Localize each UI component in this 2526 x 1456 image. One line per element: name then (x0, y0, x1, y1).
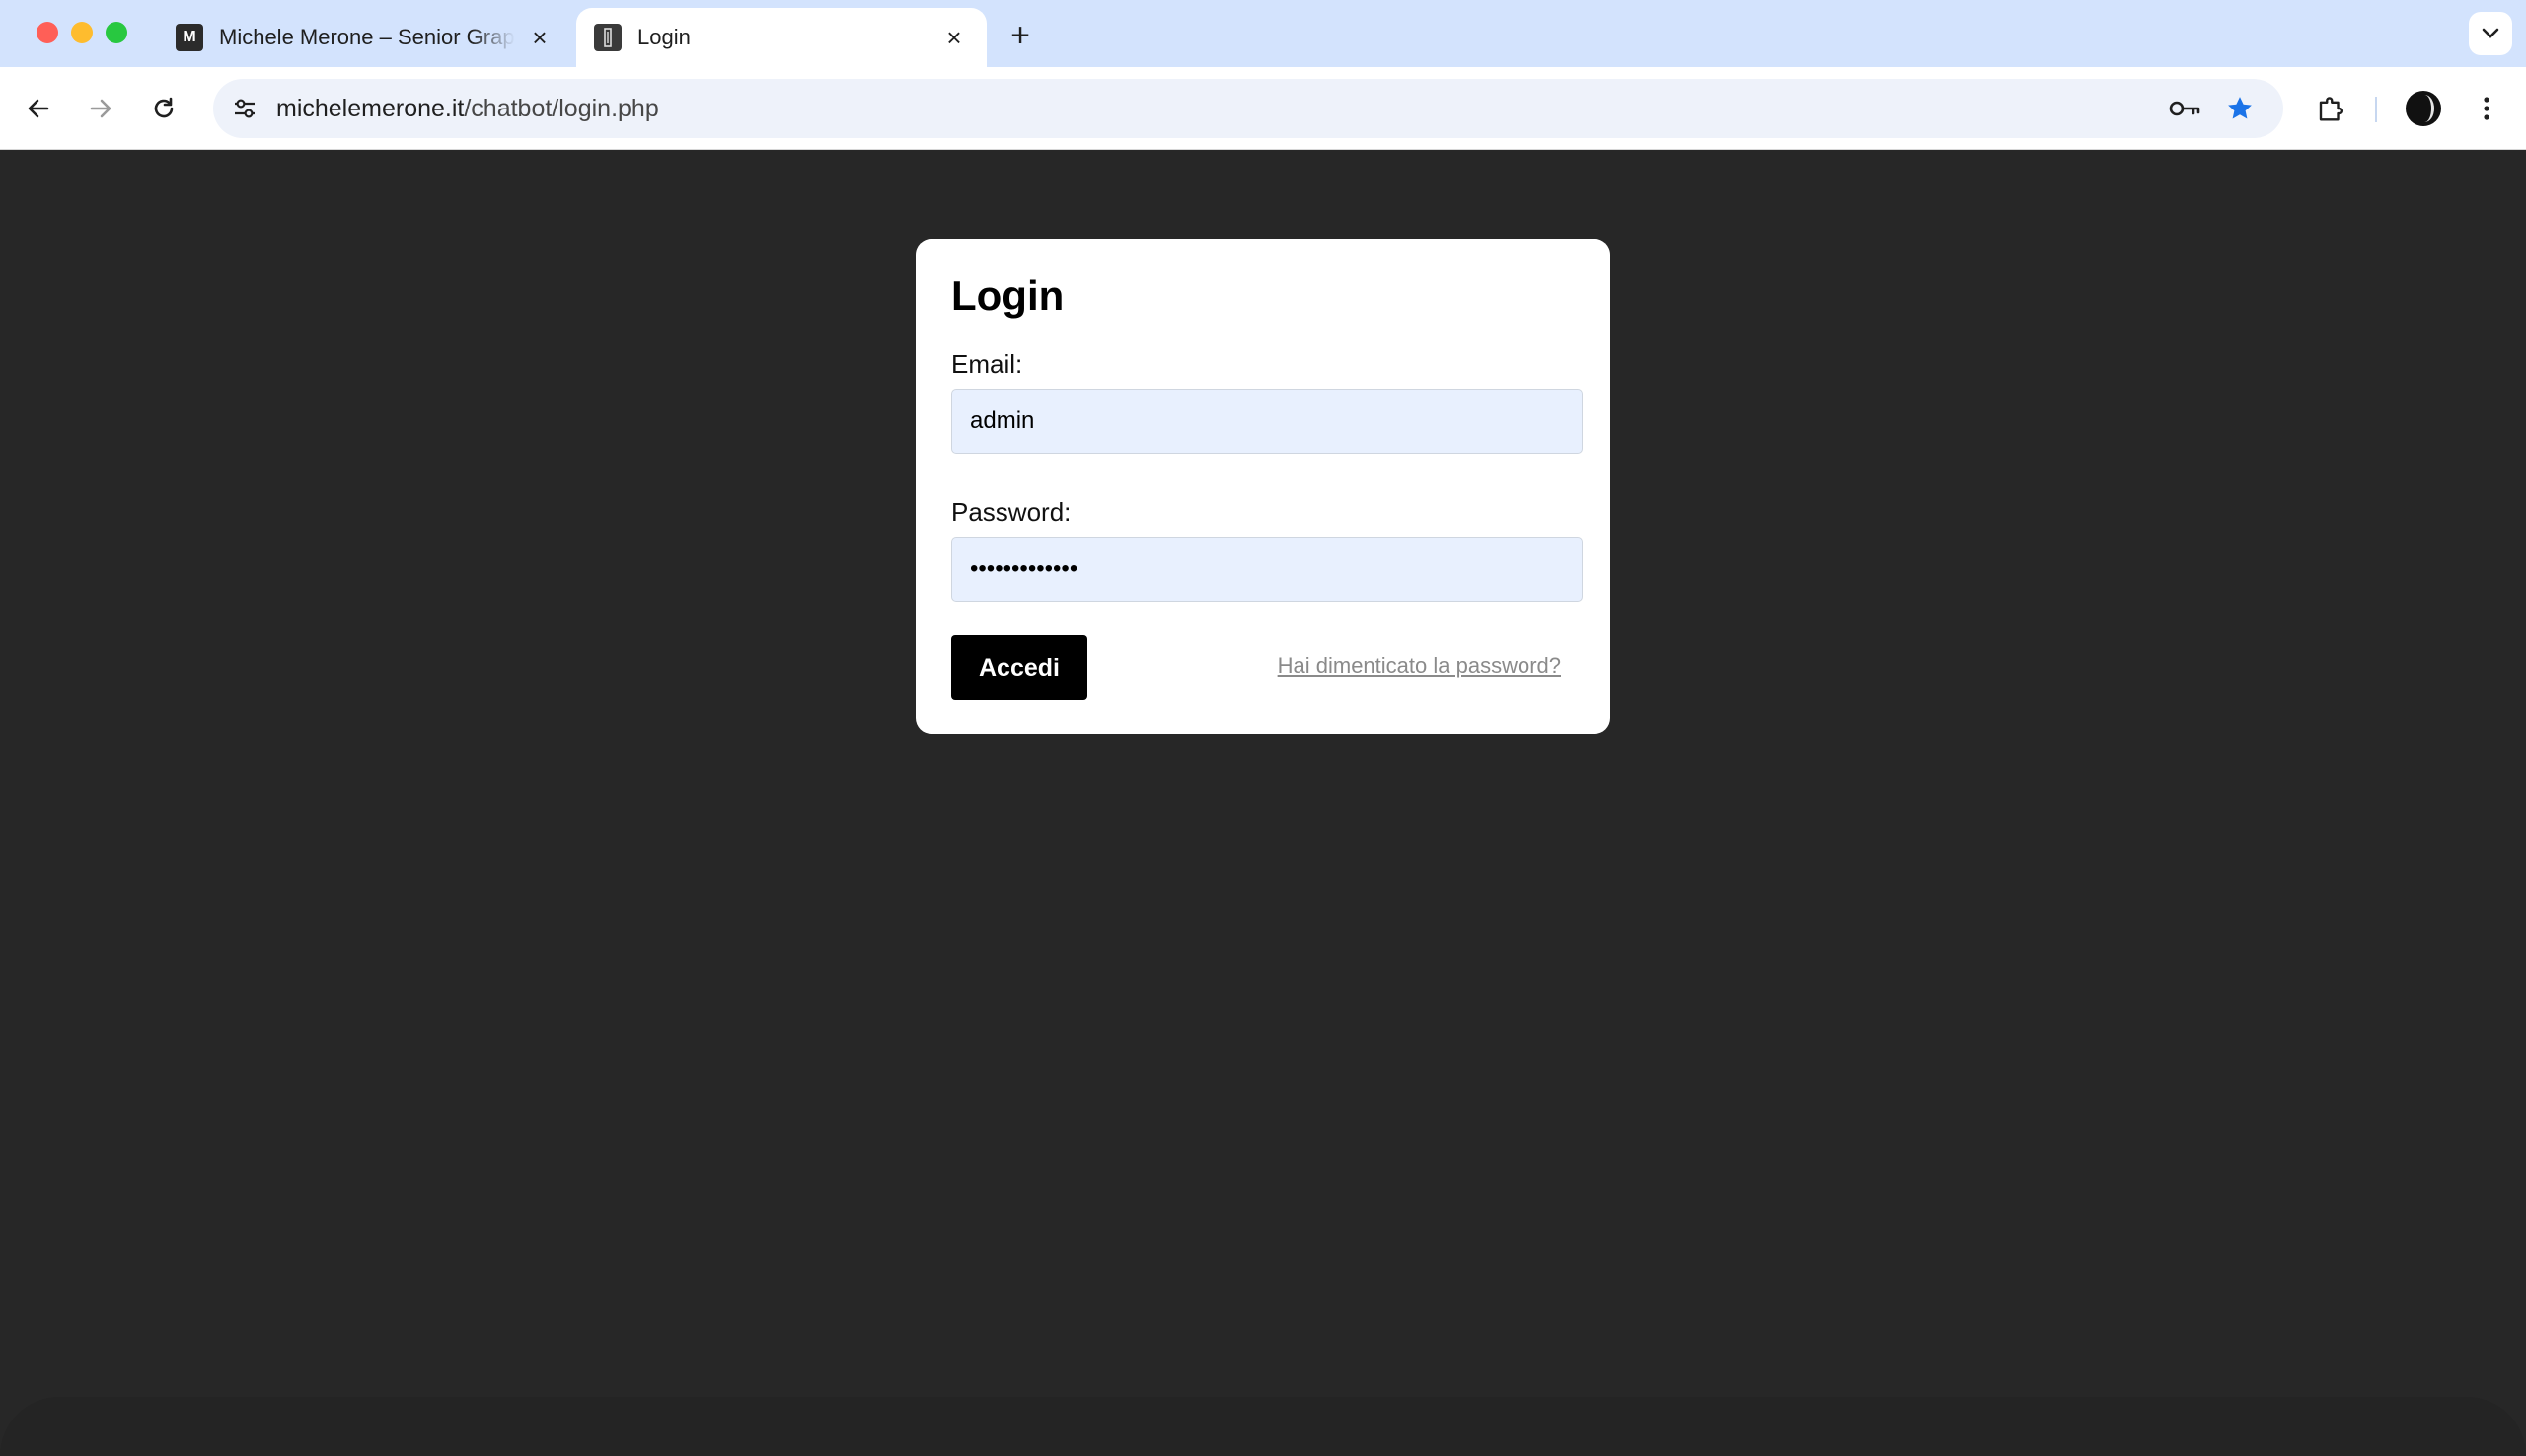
viewport-bottom-edge (0, 1397, 2526, 1456)
url-path: /chatbot/login.php (464, 94, 659, 122)
tab-michele-merone[interactable]: M Michele Merone – Senior Graphic Design… (158, 8, 572, 67)
tab-title: Michele Merone – Senior Graphic Designer (219, 25, 515, 49)
password-label: Password: (951, 497, 1072, 527)
tab-login[interactable]: Login × (576, 8, 987, 67)
profile-avatar[interactable] (2406, 91, 2441, 126)
back-arrow-icon[interactable] (15, 85, 62, 132)
forgot-password-link[interactable]: Hai dimenticato la password? (1278, 653, 1561, 679)
close-icon[interactable]: × (939, 23, 969, 52)
chatbot-favicon-icon (594, 24, 622, 51)
site-info-tune-icon[interactable] (223, 87, 266, 130)
password-field[interactable] (951, 537, 1583, 602)
email-label: Email: (951, 349, 1023, 379)
email-field[interactable] (951, 389, 1583, 454)
page-viewport: Login Email: Password: Accedi Hai diment… (0, 151, 2526, 1456)
page-title: Login (951, 272, 1065, 319)
login-card: Login Email: Password: Accedi Hai diment… (916, 239, 1610, 734)
browser-toolbar: michelemerone.it/chatbot/login.php (0, 67, 2526, 150)
tab-strip: M Michele Merone – Senior Graphic Design… (0, 0, 2526, 67)
kebab-menu-icon[interactable] (2463, 85, 2510, 132)
url-domain: michelemerone.it (276, 94, 465, 122)
close-icon[interactable]: × (525, 23, 555, 52)
address-bar[interactable]: michelemerone.it/chatbot/login.php (213, 79, 2283, 138)
michele-merone-favicon-icon: M (176, 24, 203, 51)
browser-window: M Michele Merone – Senior Graphic Design… (0, 0, 2526, 1456)
forward-arrow-icon[interactable] (77, 85, 124, 132)
password-key-icon[interactable] (2161, 85, 2208, 132)
address-url[interactable]: michelemerone.it/chatbot/login.php (276, 95, 2161, 123)
window-minimize-button[interactable] (71, 22, 93, 43)
new-tab-plus-icon[interactable]: + (1003, 17, 1038, 54)
window-close-button[interactable] (37, 22, 58, 43)
extensions-puzzle-icon[interactable] (2307, 85, 2354, 132)
accedi-button[interactable]: Accedi (951, 635, 1087, 700)
reload-icon[interactable] (140, 85, 187, 132)
bookmark-star-icon[interactable] (2216, 85, 2264, 132)
window-maximize-button[interactable] (106, 22, 127, 43)
toolbar-divider (2375, 97, 2377, 122)
tab-title: Login (637, 25, 691, 49)
tab-search-chevron-icon[interactable] (2469, 12, 2512, 55)
